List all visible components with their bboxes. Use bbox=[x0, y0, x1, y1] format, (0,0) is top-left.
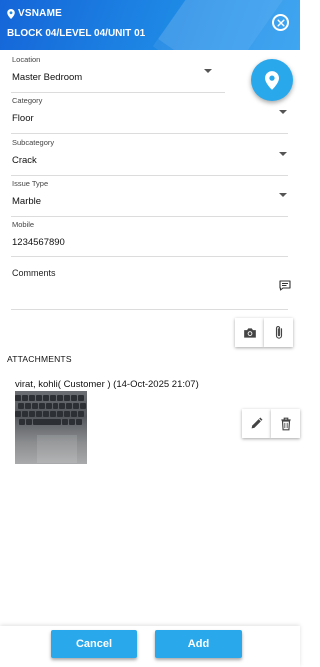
location-field[interactable]: Location Master Bedroom bbox=[11, 55, 225, 93]
project-name: VSNAME bbox=[18, 8, 62, 19]
comments-field[interactable]: Comments bbox=[11, 268, 291, 310]
map-location-button[interactable] bbox=[251, 59, 293, 101]
location-pin-icon bbox=[7, 8, 15, 19]
attach-button[interactable] bbox=[264, 318, 293, 347]
subcategory-label: Subcategory bbox=[12, 138, 55, 147]
subcategory-field[interactable]: Subcategory Crack bbox=[11, 138, 288, 176]
delete-attachment-button[interactable] bbox=[271, 409, 300, 438]
issue-type-value: Marble bbox=[12, 196, 42, 207]
location-path: BLOCK 04/LEVEL 04/UNIT 01 bbox=[7, 28, 146, 39]
edit-icon bbox=[251, 417, 263, 429]
mobile-label: Mobile bbox=[12, 220, 35, 229]
issue-type-label: Issue Type bbox=[12, 179, 49, 188]
close-icon bbox=[276, 18, 285, 27]
location-pin-icon bbox=[265, 70, 279, 90]
paperclip-icon bbox=[275, 326, 282, 339]
close-button[interactable] bbox=[272, 14, 289, 31]
cancel-button[interactable]: Cancel bbox=[51, 630, 137, 658]
mobile-field[interactable]: Mobile 1234567890 bbox=[11, 220, 288, 257]
subcategory-value: Crack bbox=[12, 155, 37, 166]
attachment-caption: virat, kohli( Customer ) (14-Oct-2025 21… bbox=[15, 379, 199, 390]
keyboard-photo bbox=[15, 395, 87, 427]
camera-button[interactable] bbox=[235, 318, 264, 347]
add-button[interactable]: Add bbox=[155, 630, 242, 658]
category-label: Category bbox=[12, 96, 43, 105]
edit-attachment-button[interactable] bbox=[242, 409, 271, 438]
dropdown-caret-icon bbox=[279, 110, 287, 114]
project-title: VSNAME bbox=[7, 8, 62, 19]
dropdown-caret-icon bbox=[279, 152, 287, 156]
dropdown-caret-icon bbox=[204, 69, 212, 73]
dropdown-caret-icon bbox=[279, 193, 287, 197]
location-label: Location bbox=[12, 55, 41, 64]
chat-icon[interactable] bbox=[279, 280, 291, 291]
location-value: Master Bedroom bbox=[12, 72, 83, 83]
attachments-title: ATTACHMENTS bbox=[7, 354, 72, 364]
trackpad bbox=[37, 435, 77, 463]
comments-label: Comments bbox=[12, 268, 56, 278]
category-field[interactable]: Category Floor bbox=[11, 96, 288, 134]
delete-icon bbox=[280, 417, 291, 430]
action-bar bbox=[0, 626, 300, 667]
camera-icon bbox=[243, 327, 256, 338]
issue-type-field[interactable]: Issue Type Marble bbox=[11, 179, 288, 217]
header: VSNAME BLOCK 04/LEVEL 04/UNIT 01 bbox=[0, 0, 300, 50]
category-value: Floor bbox=[12, 113, 34, 124]
mobile-value: 1234567890 bbox=[12, 237, 65, 248]
attachment-thumbnail[interactable] bbox=[15, 391, 87, 464]
